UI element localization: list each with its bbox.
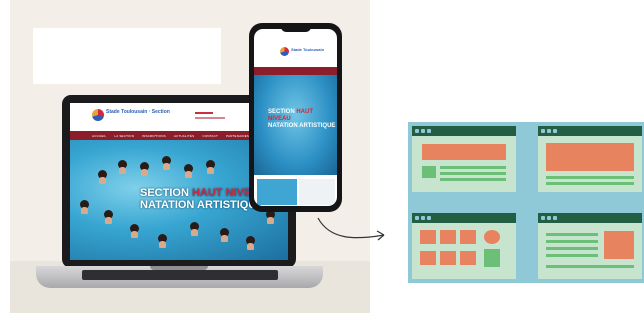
wireframe-line: [546, 176, 634, 179]
wireframe-block: [460, 230, 476, 244]
wireframe-layout-2: [538, 126, 642, 192]
wireframe-line: [484, 249, 500, 267]
wireframe-block: [604, 231, 634, 259]
window-bar: [412, 126, 516, 136]
wireframe-line: [440, 166, 506, 169]
wireframe-line: [546, 182, 634, 185]
wireframe-line: [546, 240, 598, 243]
window-bar: [538, 213, 642, 223]
wireframe-line: [546, 254, 598, 257]
window-bar: [412, 213, 516, 223]
wireframe-line: [546, 265, 634, 268]
responsive-wireframes: [408, 122, 644, 283]
wireframe-layout-3: [412, 213, 516, 279]
wireframe-line: [440, 172, 506, 175]
wireframe-block: [422, 144, 506, 160]
wireframe-block: [420, 251, 436, 265]
wireframe-layout-1: [412, 126, 516, 192]
wireframe-block: [440, 251, 456, 265]
window-bar: [538, 126, 642, 136]
wireframe-block: [546, 143, 634, 171]
wireframe-block: [440, 230, 456, 244]
wireframe-line: [422, 166, 436, 178]
wireframe-block: [420, 230, 436, 244]
wireframe-line: [546, 233, 598, 236]
wireframe-line: [546, 247, 598, 250]
wireframe-circle: [484, 230, 500, 244]
wireframe-layout-4: [538, 213, 642, 279]
wireframe-line: [440, 178, 506, 181]
wireframe-block: [460, 251, 476, 265]
